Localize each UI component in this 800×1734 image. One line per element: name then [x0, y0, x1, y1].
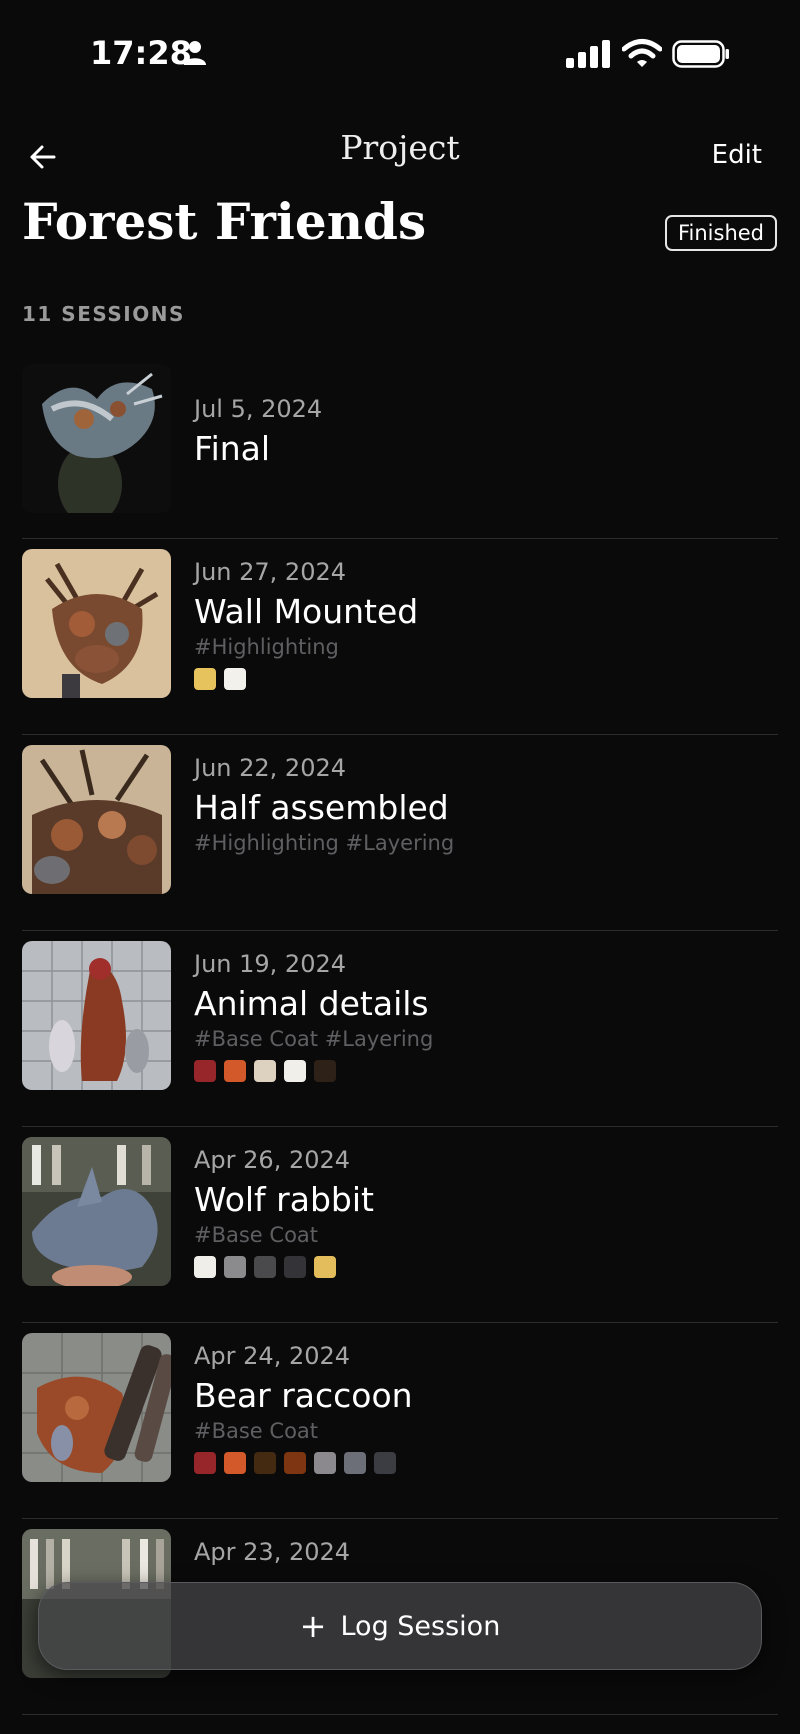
- paint-swatch: [194, 668, 216, 690]
- session-row[interactable]: Jun 27, 2024 Wall Mounted #Highlighting: [22, 539, 778, 735]
- session-name: Half assembled: [194, 788, 449, 827]
- paint-swatch: [224, 1256, 246, 1278]
- paint-swatch: [314, 1452, 336, 1474]
- session-tags: #Highlighting: [194, 635, 339, 659]
- paint-swatch: [284, 1256, 306, 1278]
- session-tags: #Base Coat #Layering: [194, 1027, 434, 1051]
- session-date: Jun 22, 2024: [194, 754, 347, 782]
- paint-swatches: [194, 1256, 778, 1278]
- paint-swatches: [194, 668, 778, 690]
- session-thumbnail: [22, 941, 171, 1090]
- battery-icon: [672, 40, 730, 72]
- paint-swatch: [284, 1452, 306, 1474]
- paint-swatches: [194, 1060, 778, 1082]
- plus-icon: +: [299, 1607, 327, 1645]
- session-name: Animal details: [194, 984, 429, 1023]
- paint-swatch: [314, 1060, 336, 1082]
- paint-swatch: [194, 1060, 216, 1082]
- session-text: Apr 24, 2024 Bear raccoon #Base Coat: [194, 1341, 778, 1474]
- navigation-bar: Project Edit: [0, 120, 800, 190]
- paint-swatch: [344, 1452, 366, 1474]
- session-name: Wall Mounted: [194, 592, 419, 631]
- paint-swatch: [284, 1060, 306, 1082]
- session-row[interactable]: Jun 19, 2024 Animal details #Base Coat #…: [22, 931, 778, 1127]
- session-thumbnail: [22, 1137, 171, 1286]
- session-thumbnail: [22, 364, 171, 513]
- paint-swatch: [224, 1452, 246, 1474]
- session-text: Jun 22, 2024 Half assembled #Highlightin…: [194, 753, 778, 856]
- paint-swatch: [254, 1452, 276, 1474]
- session-thumbnail: [22, 549, 171, 698]
- paint-swatch: [254, 1060, 276, 1082]
- status-badge: Finished: [664, 215, 777, 251]
- paint-swatch: [194, 1452, 216, 1474]
- paint-swatch: [314, 1256, 336, 1278]
- session-text: Apr 26, 2024 Wolf rabbit #Base Coat: [194, 1145, 778, 1278]
- session-text: Jun 19, 2024 Animal details #Base Coat #…: [194, 949, 778, 1082]
- nav-title: Project: [340, 128, 460, 167]
- paint-swatch: [254, 1256, 276, 1278]
- session-row[interactable]: Apr 24, 2024 Bear raccoon #Base Coat: [22, 1323, 778, 1519]
- sessions-count-label: 11 SESSIONS: [22, 302, 185, 326]
- paint-swatch: [224, 1060, 246, 1082]
- session-thumbnail: [22, 745, 171, 894]
- wifi-icon: [621, 38, 663, 72]
- status-bar: 17:28: [0, 0, 800, 100]
- paint-swatch: [194, 1256, 216, 1278]
- paint-swatch: [224, 668, 246, 690]
- session-thumbnail: [22, 1333, 171, 1482]
- session-tags: #Highlighting #Layering: [194, 831, 455, 855]
- session-name: Wolf rabbit: [194, 1180, 374, 1219]
- session-tags: #Base Coat: [194, 1223, 319, 1247]
- project-title: Forest Friends: [22, 192, 427, 251]
- edit-button[interactable]: Edit: [712, 140, 762, 170]
- log-session-button[interactable]: + Log Session: [38, 1582, 762, 1670]
- session-date: Jun 19, 2024: [194, 950, 347, 978]
- session-row[interactable]: Jul 5, 2024 Final: [22, 356, 778, 539]
- session-text: Apr 23, 2024: [194, 1537, 778, 1567]
- session-date: Apr 24, 2024: [194, 1342, 351, 1370]
- paint-swatches: [194, 1452, 778, 1474]
- session-tags: #Base Coat: [194, 1419, 319, 1443]
- session-text: Jun 27, 2024 Wall Mounted #Highlighting: [194, 557, 778, 690]
- session-date: Apr 23, 2024: [194, 1538, 351, 1566]
- session-date: Jul 5, 2024: [194, 395, 323, 423]
- session-row[interactable]: Apr 26, 2024 Wolf rabbit #Base Coat: [22, 1127, 778, 1323]
- session-row[interactable]: Jun 22, 2024 Half assembled #Highlightin…: [22, 735, 778, 931]
- cellular-signal-icon: [566, 40, 610, 72]
- session-date: Apr 26, 2024: [194, 1146, 351, 1174]
- paint-swatch: [374, 1452, 396, 1474]
- session-name: Final: [194, 429, 271, 468]
- person-icon: [183, 40, 207, 70]
- log-session-label: Log Session: [340, 1610, 501, 1642]
- session-name: Bear raccoon: [194, 1376, 413, 1415]
- status-time: 17:28: [90, 34, 192, 72]
- session-list: Jul 5, 2024 Final Jun 27, 2024 Wall Moun…: [22, 356, 778, 1715]
- session-text: Jul 5, 2024 Final: [194, 394, 778, 470]
- session-date: Jun 27, 2024: [194, 558, 347, 586]
